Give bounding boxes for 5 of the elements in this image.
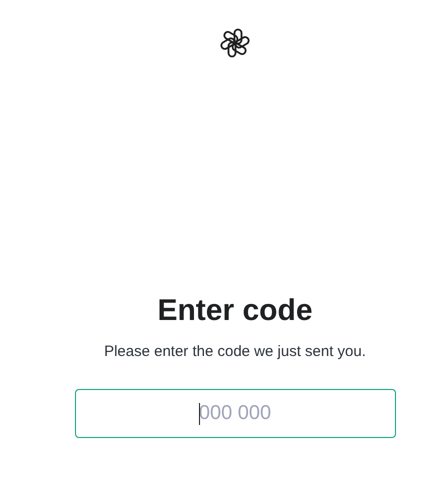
instruction-text: Please enter the code we just sent you. (104, 343, 366, 360)
code-input-field[interactable]: 000 000 (74, 389, 396, 438)
text-cursor (198, 403, 200, 425)
logo-icon (219, 27, 251, 59)
page-title: Enter code (157, 293, 313, 329)
